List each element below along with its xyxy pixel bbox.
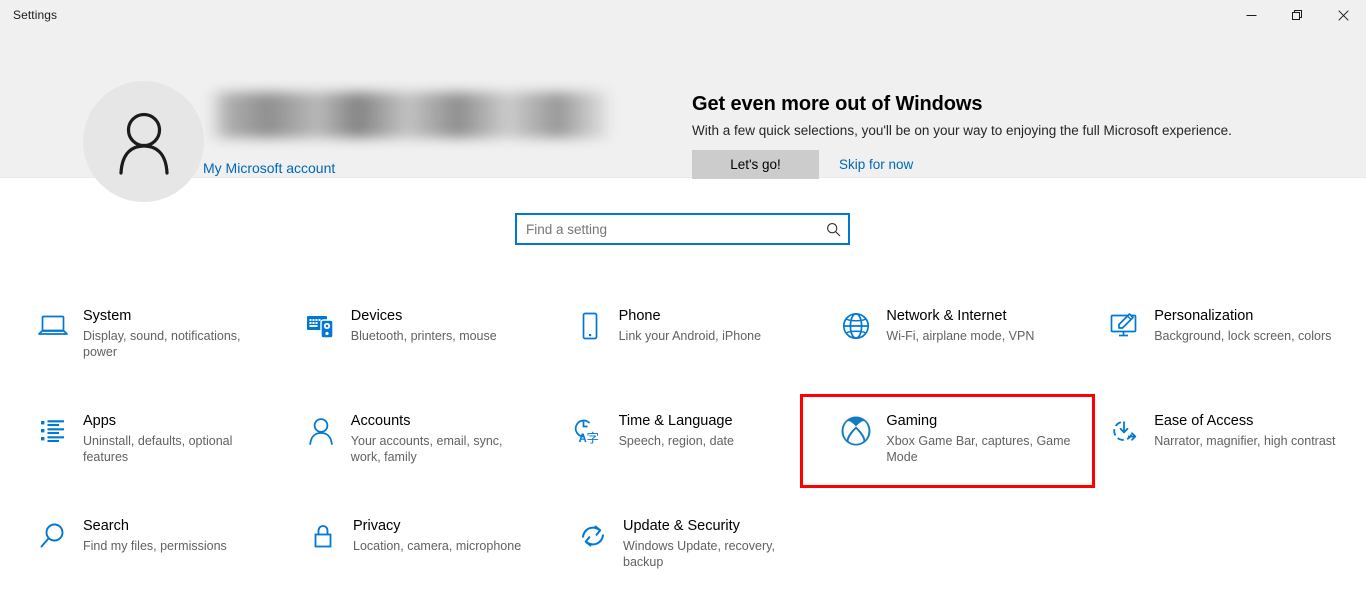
- tile-title: Devices: [350, 308, 403, 324]
- settings-tile-system[interactable]: System Display, sound, notifications, po…: [31, 296, 299, 401]
- tile-description: Find my files, permissions: [83, 539, 227, 553]
- title-bar: Settings: [0, 0, 1366, 30]
- search-icon[interactable]: [818, 215, 848, 243]
- settings-tile-devices[interactable]: Devices Bluetooth, printers, mouse: [299, 296, 567, 401]
- tile-description: Xbox Game Bar, captures, Game Mode: [886, 434, 1071, 464]
- clock-language-icon: A 字: [567, 411, 611, 451]
- promo-title: Get even more out of Windows: [692, 93, 983, 115]
- tile-description: Display, sound, notifications, power: [83, 329, 241, 359]
- tile-description: Narrator, magnifier, high contrast: [1154, 434, 1336, 448]
- tile-description: Speech, region, date: [618, 434, 734, 448]
- tile-description: Your accounts, email, sync, work, family: [350, 434, 503, 464]
- window-title: Settings: [13, 8, 58, 22]
- settings-tile-ease-of-access[interactable]: Ease of Access Narrator, magnifier, high…: [1102, 401, 1366, 506]
- promo-subtitle: With a few quick selections, you'll be o…: [692, 123, 1232, 138]
- tile-title: Network & Internet: [886, 308, 1007, 324]
- xbox-icon: [834, 411, 878, 451]
- svg-text:字: 字: [586, 431, 599, 446]
- ease-of-access-icon: [1102, 411, 1146, 451]
- tile-title: Accounts: [350, 413, 411, 429]
- tile-title: Ease of Access: [1154, 413, 1254, 429]
- account-header: My Microsoft account Get even more out o…: [0, 30, 1366, 202]
- tile-title: System: [83, 308, 132, 324]
- settings-tile-update-security[interactable]: Update & Security Windows Update, recove…: [571, 506, 841, 611]
- tile-description: Background, lock screen, colors: [1154, 329, 1332, 343]
- tile-description: Location, camera, microphone: [353, 539, 522, 553]
- settings-row: System Display, sound, notifications, po…: [0, 296, 1366, 401]
- settings-tile-apps[interactable]: Apps Uninstall, defaults, optional featu…: [31, 401, 299, 506]
- tile-description: Uninstall, defaults, optional features: [83, 434, 233, 464]
- devices-icon: [299, 306, 343, 346]
- skip-for-now-link[interactable]: Skip for now: [839, 157, 913, 172]
- phone-icon: [567, 306, 611, 346]
- settings-row: Apps Uninstall, defaults, optional featu…: [0, 401, 1366, 506]
- promo-actions: Let's go! Skip for now: [692, 150, 1312, 179]
- tile-description: Windows Update, recovery, backup: [623, 539, 775, 569]
- avatar[interactable]: [83, 81, 204, 202]
- personalization-icon: [1102, 306, 1146, 346]
- person-icon: [299, 411, 343, 451]
- account-name-redacted: [208, 92, 612, 138]
- tile-title: Privacy: [353, 518, 401, 534]
- settings-tile-privacy[interactable]: Privacy Location, camera, microphone: [301, 506, 571, 611]
- tile-title: Time & Language: [618, 413, 733, 429]
- settings-tile-network-internet[interactable]: Network & Internet Wi-Fi, airplane mode,…: [834, 296, 1102, 401]
- tile-title: Search: [83, 518, 129, 534]
- settings-tile-phone[interactable]: Phone Link your Android, iPhone: [567, 296, 835, 401]
- search-box[interactable]: [515, 213, 850, 245]
- tile-title: Gaming: [886, 413, 938, 429]
- laptop-icon: [31, 306, 75, 346]
- settings-tile-gaming[interactable]: Gaming Xbox Game Bar, captures, Game Mod…: [834, 401, 1102, 506]
- settings-row: Search Find my files, permissions Privac…: [0, 506, 1366, 611]
- tile-title: Personalization: [1154, 308, 1254, 324]
- refresh-icon: [571, 516, 615, 556]
- tile-description: Link your Android, iPhone: [618, 329, 762, 343]
- tile-title: Phone: [618, 308, 661, 324]
- maximize-button[interactable]: [1274, 0, 1320, 30]
- settings-tile-search[interactable]: Search Find my files, permissions: [31, 506, 301, 611]
- settings-tile-personalization[interactable]: Personalization Background, lock screen,…: [1102, 296, 1366, 401]
- close-button[interactable]: [1320, 0, 1366, 30]
- lock-icon: [301, 516, 345, 556]
- tile-description: Bluetooth, printers, mouse: [350, 329, 497, 343]
- apps-list-icon: [31, 411, 75, 451]
- window-controls: [1228, 0, 1366, 30]
- minimize-button[interactable]: [1228, 0, 1274, 30]
- globe-icon: [834, 306, 878, 346]
- tile-title: Apps: [83, 413, 117, 429]
- tile-title: Update & Security: [623, 518, 740, 534]
- settings-tile-time-language[interactable]: A 字 Time & Language Speech, region, date: [567, 401, 835, 506]
- search-icon: [31, 516, 75, 556]
- settings-grid: System Display, sound, notifications, po…: [0, 296, 1366, 611]
- person-icon: [118, 112, 169, 175]
- lets-go-button[interactable]: Let's go!: [692, 150, 819, 179]
- search-input[interactable]: [517, 216, 818, 242]
- my-microsoft-account-link[interactable]: My Microsoft account: [203, 160, 335, 176]
- promo-banner: Get even more out of Windows With a few …: [692, 93, 1312, 179]
- tile-description: Wi-Fi, airplane mode, VPN: [886, 329, 1035, 343]
- settings-tile-accounts[interactable]: Accounts Your accounts, email, sync, wor…: [299, 401, 567, 506]
